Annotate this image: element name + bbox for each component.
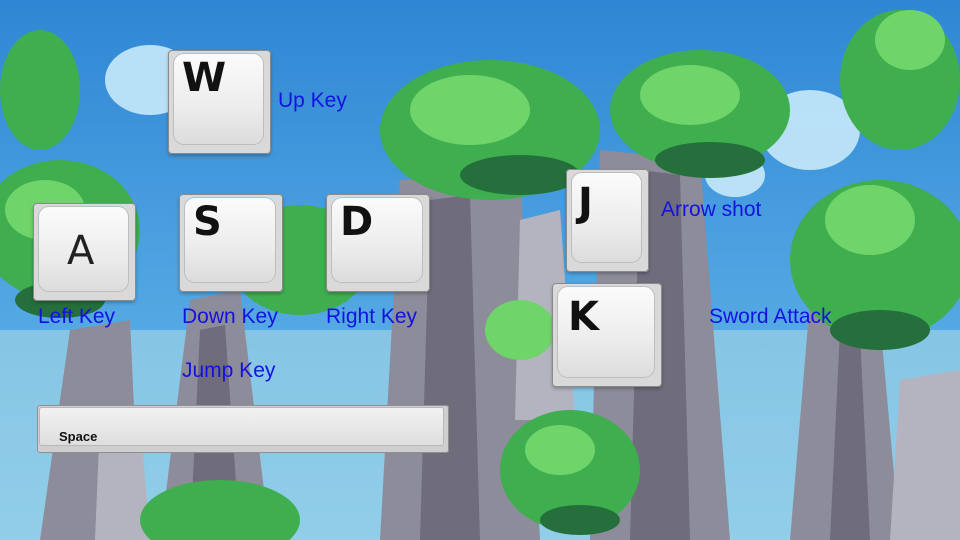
space-key: Space xyxy=(37,405,449,453)
s-key: S xyxy=(179,194,283,292)
a-key-glyph: A xyxy=(67,228,95,274)
space-key-glyph: Space xyxy=(59,429,98,444)
s-key-glyph: S xyxy=(193,199,222,245)
d-key-glyph: D xyxy=(340,199,374,245)
up-key-label: Up Key xyxy=(278,89,347,112)
sword-attack-label: Sword Attack xyxy=(709,305,832,328)
a-key: A xyxy=(33,203,136,301)
w-key-glyph: W xyxy=(182,55,227,101)
j-key-glyph: J xyxy=(578,180,593,226)
space-key-cap xyxy=(40,408,443,445)
j-key: J xyxy=(566,169,649,272)
jump-key-label: Jump Key xyxy=(182,359,276,382)
arrow-shot-label: Arrow shot xyxy=(661,198,762,221)
k-key-glyph: K xyxy=(568,294,599,340)
w-key: W xyxy=(168,50,271,154)
right-key-label: Right Key xyxy=(326,305,418,328)
k-key: K xyxy=(552,283,662,387)
left-key-label: Left Key xyxy=(38,305,116,328)
down-key-label: Down Key xyxy=(182,305,278,328)
jungle-background xyxy=(0,0,960,540)
d-key: D xyxy=(326,194,430,292)
